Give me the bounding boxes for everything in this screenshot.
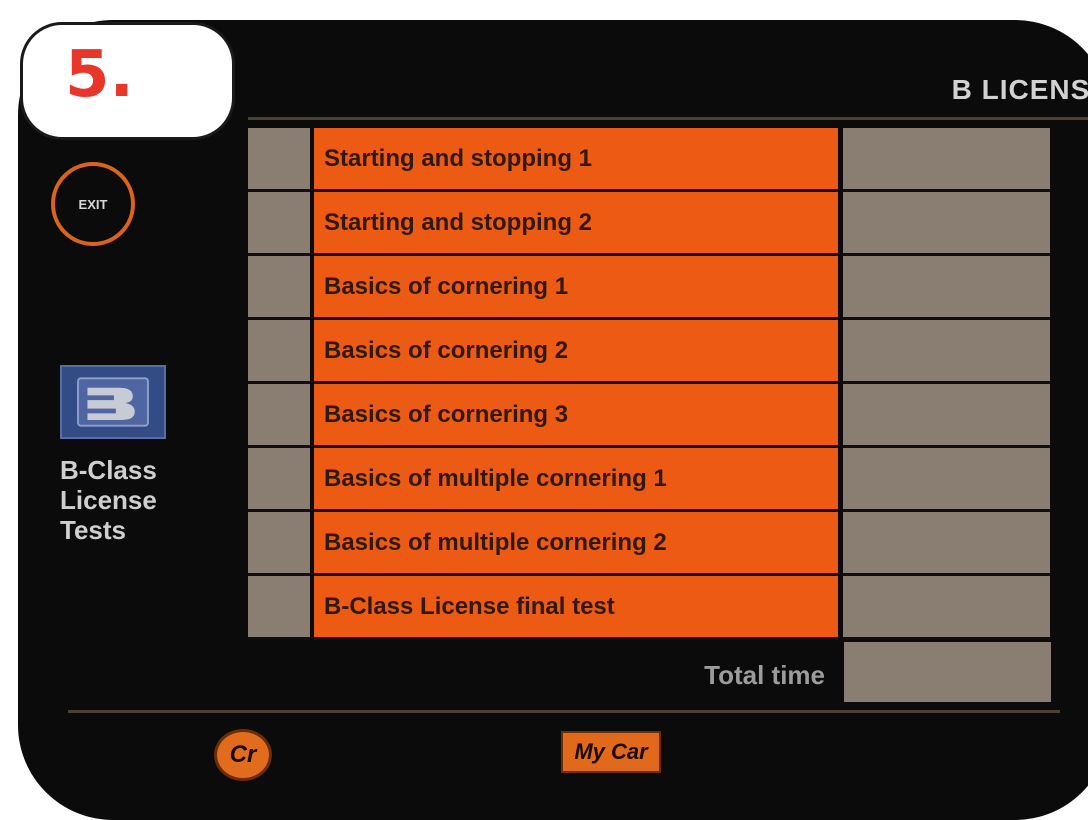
test-name[interactable]: Starting and stopping 1	[314, 128, 838, 192]
test-time-cell	[843, 576, 1050, 640]
test-status-cell	[248, 512, 310, 576]
test-time-cell	[843, 384, 1050, 448]
test-status-cell	[248, 128, 310, 192]
test-row[interactable]: Basics of cornering 2	[248, 320, 1050, 384]
total-time-value	[844, 642, 1051, 702]
test-status-cell	[248, 448, 310, 512]
test-time-cell	[843, 128, 1050, 192]
test-row[interactable]: Basics of multiple cornering 2	[248, 512, 1050, 576]
test-time-cell	[843, 512, 1050, 576]
license-category-label: B-Class License Tests	[60, 455, 157, 545]
license-test-table: Starting and stopping 1 Starting and sto…	[248, 128, 1050, 640]
step-number-badge: 5.	[20, 22, 235, 140]
test-time-cell	[843, 256, 1050, 320]
test-name[interactable]: Basics of cornering 3	[314, 384, 838, 448]
test-status-cell	[248, 192, 310, 256]
credits-button[interactable]: Cr	[214, 729, 272, 781]
test-row[interactable]: Starting and stopping 2	[248, 192, 1050, 256]
license-category-line: Tests	[60, 515, 126, 545]
test-status-cell	[248, 576, 310, 640]
license-category-line: B-Class	[60, 455, 157, 485]
exit-button[interactable]: EXIT	[51, 162, 135, 246]
b-license-card-icon	[60, 365, 166, 439]
test-name[interactable]: Starting and stopping 2	[314, 192, 838, 256]
header-divider	[248, 117, 1088, 120]
test-time-cell	[843, 320, 1050, 384]
total-time-label: Total time	[704, 660, 825, 690]
test-name[interactable]: Basics of multiple cornering 2	[314, 512, 838, 576]
test-name[interactable]: B-Class License final test	[314, 576, 838, 640]
test-status-cell	[248, 320, 310, 384]
test-row[interactable]: B-Class License final test	[248, 576, 1050, 640]
test-status-cell	[248, 384, 310, 448]
step-number: 5.	[65, 38, 134, 112]
test-name[interactable]: Basics of cornering 2	[314, 320, 838, 384]
footer-divider	[68, 710, 1060, 713]
test-time-cell	[843, 448, 1050, 512]
game-screen: B LICENSE EXIT B-Class License Tests Sta…	[18, 20, 1088, 820]
test-name[interactable]: Basics of multiple cornering 1	[314, 448, 838, 512]
test-time-cell	[843, 192, 1050, 256]
test-row[interactable]: Starting and stopping 1	[248, 128, 1050, 192]
test-row[interactable]: Basics of cornering 1	[248, 256, 1050, 320]
license-title: B LICENSE	[951, 74, 1088, 105]
test-row[interactable]: Basics of cornering 3	[248, 384, 1050, 448]
test-row[interactable]: Basics of multiple cornering 1	[248, 448, 1050, 512]
my-car-button[interactable]: My Car	[561, 731, 661, 773]
license-category-line: License	[60, 485, 157, 515]
test-status-cell	[248, 256, 310, 320]
test-name[interactable]: Basics of cornering 1	[314, 256, 838, 320]
